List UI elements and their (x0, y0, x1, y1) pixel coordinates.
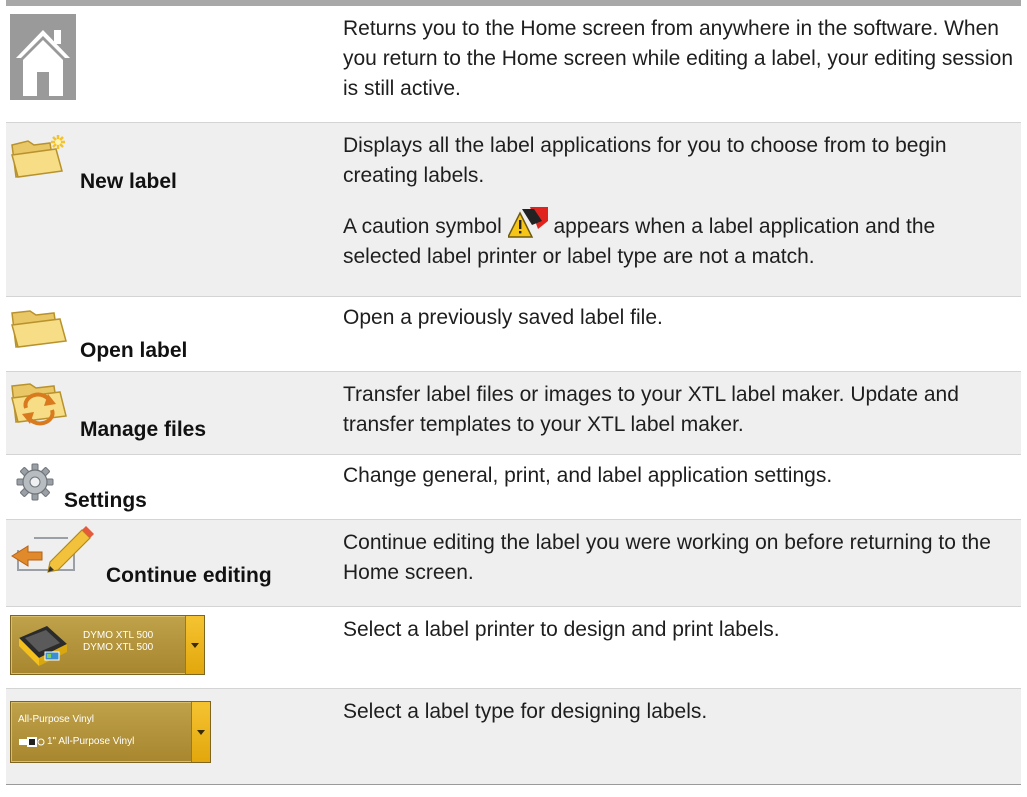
description-text: Returns you to the Home screen from anyw… (343, 17, 1014, 100)
table-row-home: Returns you to the Home screen from anyw… (6, 6, 1021, 123)
row-description: Select a label printer to design and pri… (343, 615, 1017, 645)
description-text: Open a previously saved label file. (343, 306, 663, 329)
label-cartridge-icon (19, 737, 45, 747)
description-text: Displays all the label applications for … (343, 134, 947, 187)
table-row-new-label: New label Displays all the label applica… (6, 123, 1021, 297)
row-description: Change general, print, and label applica… (343, 461, 1017, 491)
row-description: Displays all the label applications for … (343, 131, 1017, 272)
row-description: Select a label type for designing labels… (343, 697, 1017, 727)
row-label[interactable]: Manage files (80, 418, 206, 442)
table-row-continue-editing: Continue editing Continue editing the la… (6, 520, 1021, 607)
description-text: Transfer label files or images to your X… (343, 383, 959, 436)
sync-folder-icon[interactable] (8, 378, 70, 428)
description-text: Change general, print, and label applica… (343, 464, 833, 487)
gear-icon[interactable] (16, 463, 54, 501)
description-text: Select a label printer to design and pri… (343, 618, 780, 641)
label-type-line2: 1" All-Purpose Vinyl (47, 736, 135, 747)
row-description: Continue editing the label you were work… (343, 528, 1017, 588)
edit-pencil-icon[interactable] (8, 526, 96, 574)
open-folder-icon[interactable] (8, 305, 70, 351)
printer-icon (19, 626, 67, 666)
row-label[interactable]: Settings (64, 489, 147, 513)
new-folder-icon[interactable] (8, 131, 70, 181)
label-type-line1: All-Purpose Vinyl (18, 714, 94, 725)
chevron-down-icon (191, 643, 199, 648)
row-description: Open a previously saved label file. (343, 303, 1017, 333)
printer-name-line2: DYMO XTL 500 (83, 642, 154, 653)
description-text: Continue editing the label you were work… (343, 531, 991, 584)
table-row-manage-files: Manage files Transfer label files or ima… (6, 372, 1021, 455)
table-row-open-label: Open label Open a previously saved label… (6, 297, 1021, 372)
row-cell-icon: Continue editing (6, 520, 336, 606)
description-text: Select a label type for designing labels… (343, 700, 708, 723)
row-label[interactable]: New label (80, 170, 177, 194)
table-row-printer: DYMO XTL 500 DYMO XTL 500 Select a label… (6, 607, 1021, 689)
caution-text-start: A caution symbol (343, 215, 502, 238)
printer-dropdown[interactable]: DYMO XTL 500 DYMO XTL 500 (10, 615, 205, 675)
label-type-dropdown[interactable]: All-Purpose Vinyl 1" All-Purpose Vinyl (10, 701, 211, 763)
table-row-label-type: All-Purpose Vinyl 1" All-Purpose Vinyl S… (6, 689, 1021, 785)
row-description: Transfer label files or images to your X… (343, 380, 1017, 440)
row-description: Returns you to the Home screen from anyw… (343, 14, 1017, 104)
row-cell-icon: All-Purpose Vinyl 1" All-Purpose Vinyl (6, 689, 336, 784)
row-cell-icon: New label (6, 123, 336, 296)
row-cell-icon: Manage files (6, 372, 336, 454)
caution-icon (507, 207, 548, 238)
home-icon[interactable] (10, 14, 76, 100)
dropdown-arrow[interactable] (191, 702, 210, 762)
row-label[interactable]: Open label (80, 339, 187, 363)
dropdown-arrow[interactable] (185, 616, 204, 674)
row-label[interactable]: Continue editing (106, 564, 272, 588)
row-cell-icon: Settings (6, 455, 336, 519)
table-row-settings: Settings Change general, print, and labe… (6, 455, 1021, 520)
row-cell-icon: DYMO XTL 500 DYMO XTL 500 (6, 607, 336, 688)
caution-paragraph: A caution symbol appears when a label ap… (343, 207, 1017, 272)
chevron-down-icon (197, 730, 205, 735)
row-cell-icon: Open label (6, 297, 336, 371)
printer-name-line1: DYMO XTL 500 (83, 630, 154, 641)
row-cell-icon (6, 6, 336, 122)
